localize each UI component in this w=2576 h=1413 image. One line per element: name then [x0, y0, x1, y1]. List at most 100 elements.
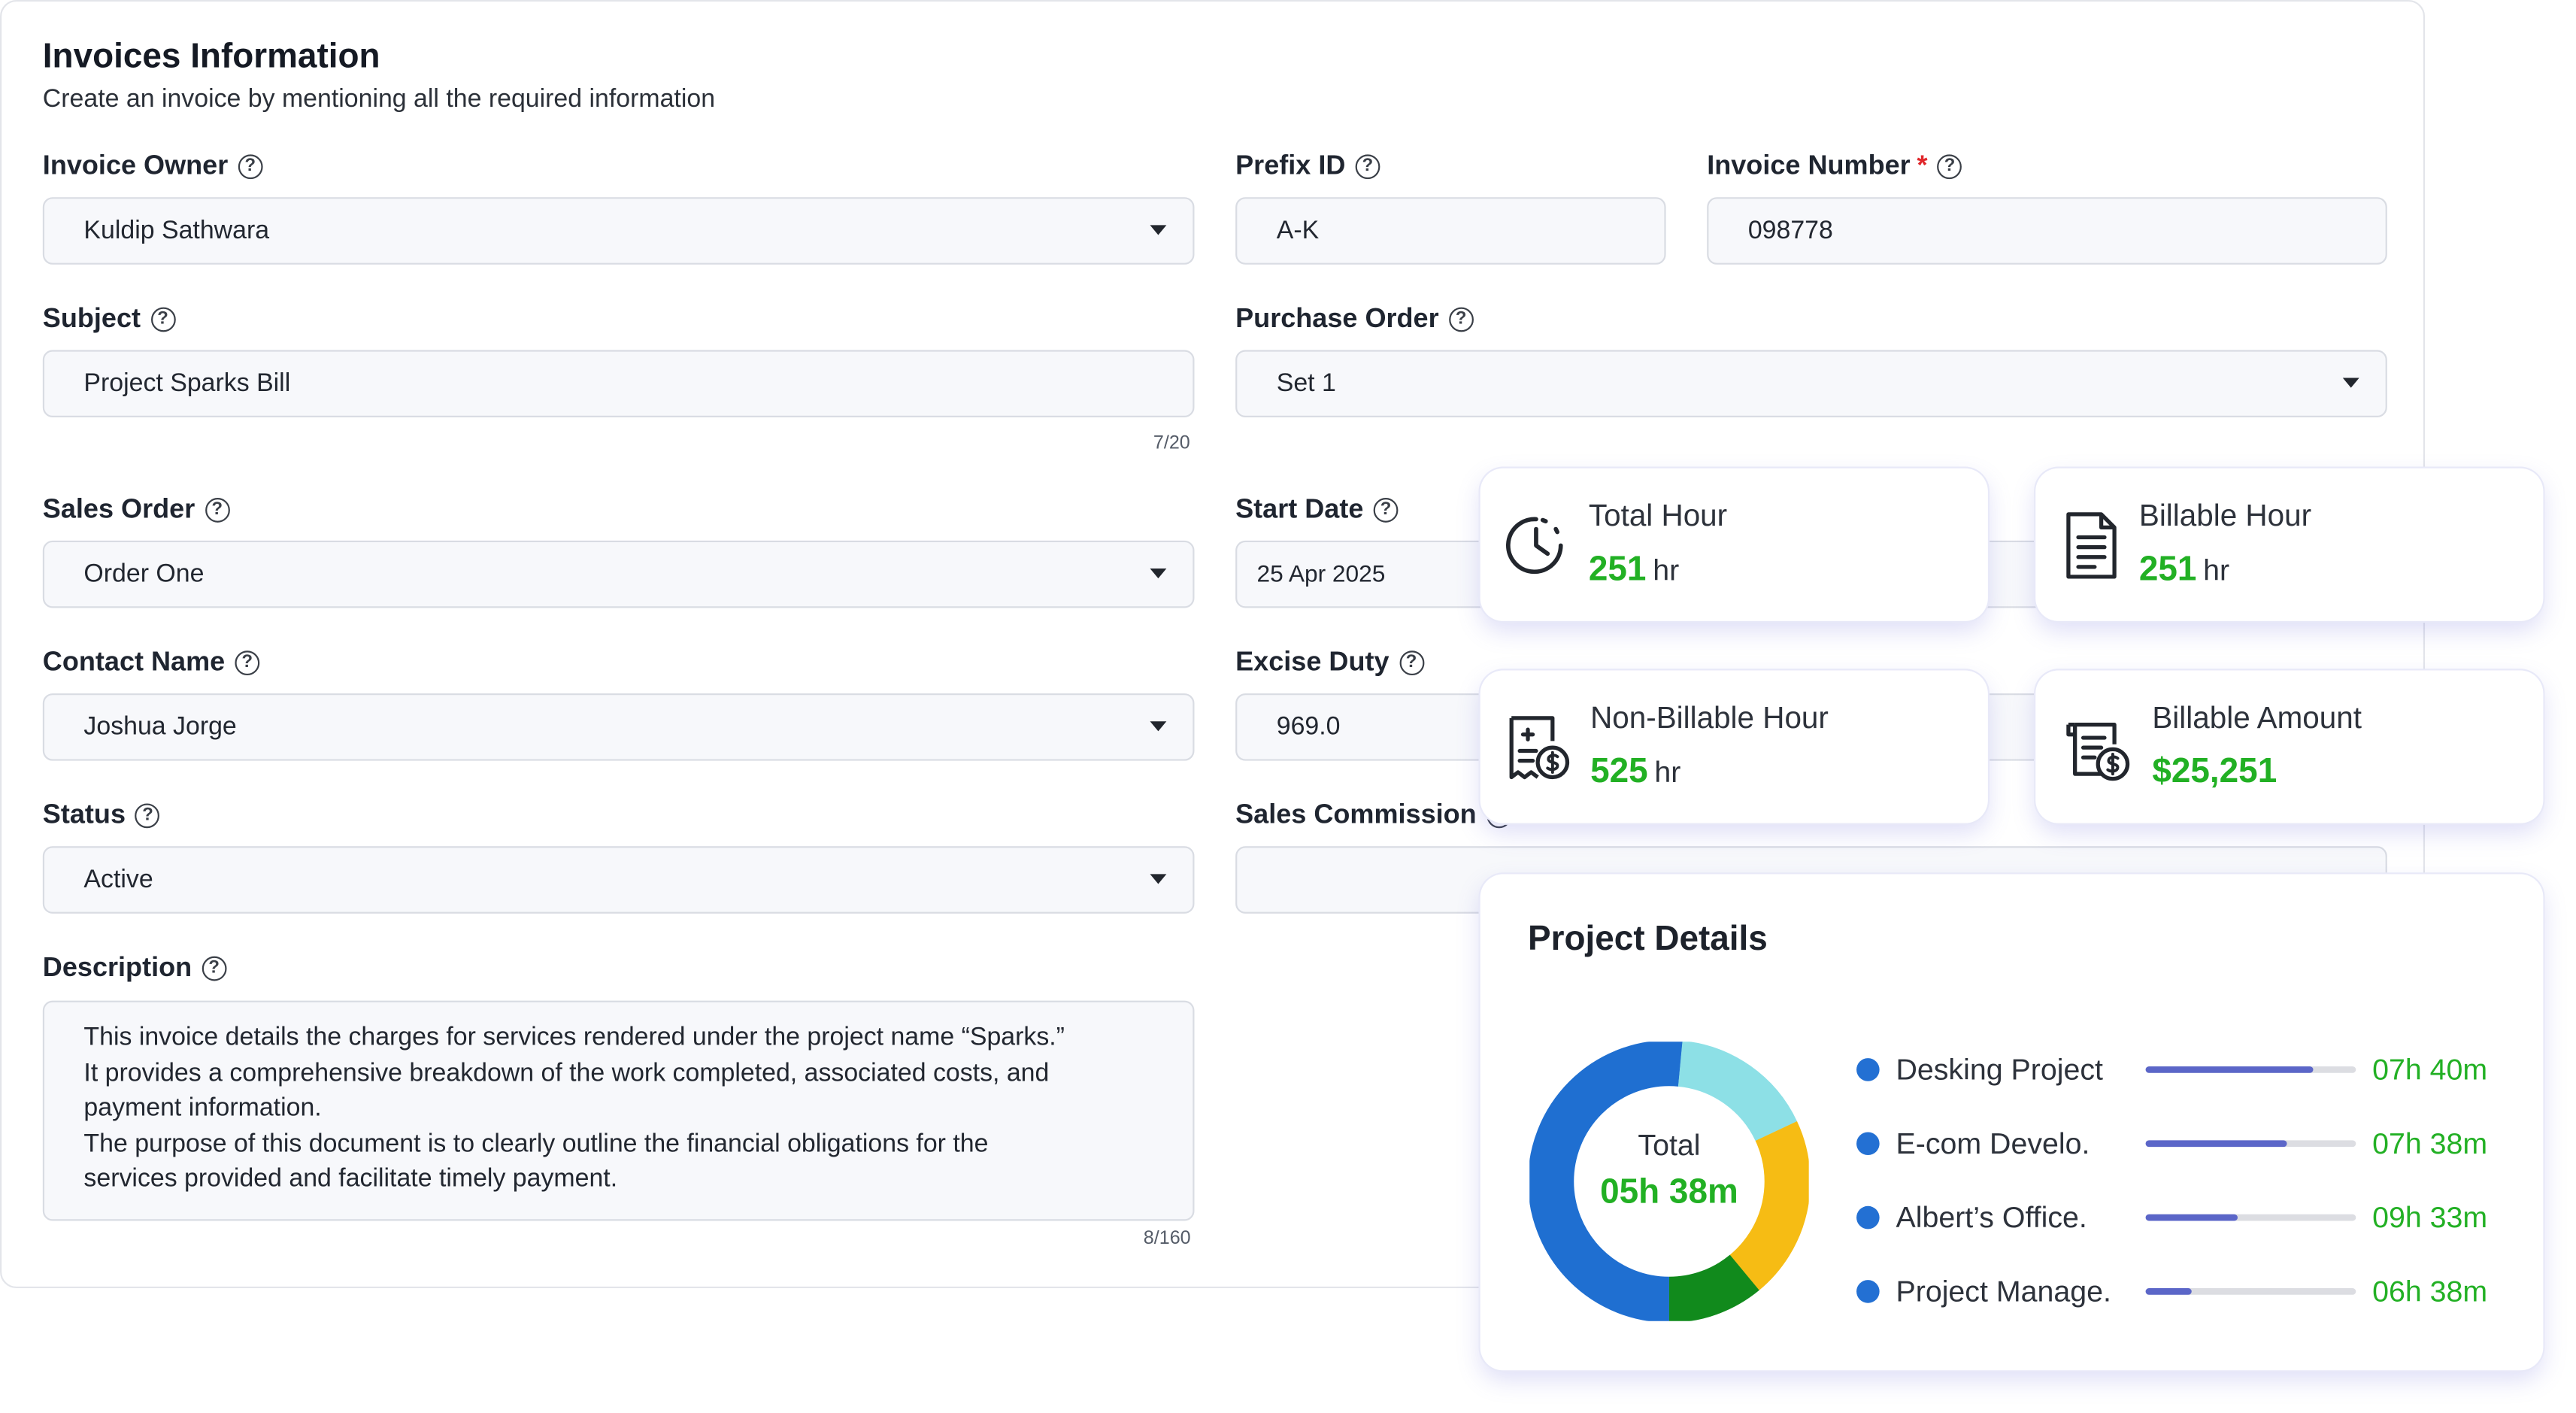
description-label: Description ? [43, 953, 227, 984]
sales-order-label-text: Sales Order [42, 494, 195, 525]
project-details-title: Project Details [1528, 920, 1768, 958]
subject-value: Project Sparks Bill [83, 368, 291, 397]
sales-order-value: Order One [83, 559, 205, 588]
purchase-order-label: Purchase Order ? [1235, 304, 1474, 335]
project-details-card: Project Details Total 05h 38m Desking Pr… [1480, 874, 2544, 1371]
project-list-item[interactable]: E-com Develo. 07h 38m [1856, 1124, 2487, 1163]
project-name: Project Manage. [1896, 1274, 2111, 1308]
billable-hour-value: 251 [2138, 550, 2197, 589]
donut-center-label: Total 05h 38m [1529, 1047, 1808, 1213]
project-name: E-com Develo. [1896, 1126, 2090, 1160]
non-billable-hour-unit: hr [1654, 756, 1681, 789]
project-list-item[interactable]: Albert’s Office. 09h 33m [1856, 1198, 2487, 1237]
donut-total-value: 05h 38m [1600, 1173, 1738, 1211]
project-time: 07h 38m [2372, 1126, 2488, 1160]
progress-bar [2145, 1214, 2356, 1221]
sales-order-label: Sales Order ? [42, 494, 230, 526]
form-title: Invoices Information [42, 38, 380, 76]
invoice-number-value: 098778 [1747, 216, 1833, 244]
help-icon[interactable]: ? [150, 307, 175, 332]
help-icon[interactable]: ? [1937, 154, 1962, 180]
total-hour-title: Total Hour [1588, 498, 1728, 532]
invoice-number-label: Invoice Number * ? [1707, 151, 1962, 183]
project-time: 07h 40m [2372, 1052, 2488, 1086]
chevron-down-icon [1150, 569, 1167, 579]
invoice-dollar-icon [2066, 722, 2130, 781]
invoice-owner-label-text: Invoice Owner [42, 151, 229, 181]
status-value: Active [83, 865, 153, 893]
description-line: It provides a comprehensive breakdown of… [83, 1059, 1050, 1087]
progress-bar-fill [2145, 1214, 2238, 1221]
description-line: payment information. [83, 1094, 322, 1123]
help-icon[interactable]: ? [205, 498, 230, 523]
prefix-id-input[interactable]: A-K [1235, 197, 1666, 265]
progress-bar-fill [2145, 1140, 2287, 1148]
purchase-order-value: Set 1 [1276, 368, 1336, 397]
help-icon[interactable]: ? [1373, 498, 1399, 523]
billable-amount-value: $25,251 [2152, 752, 2277, 790]
sales-commission-label: Sales Commission ? [1235, 800, 1511, 832]
prefix-id-label: Prefix ID ? [1235, 151, 1380, 183]
progress-bar [2145, 1288, 2356, 1295]
start-date-label: Start Date ? [1235, 494, 1399, 526]
help-icon[interactable]: ? [1355, 154, 1380, 180]
progress-bar [2145, 1140, 2356, 1148]
help-icon[interactable]: ? [238, 154, 263, 180]
contact-name-select[interactable]: Joshua Jorge [42, 693, 1195, 761]
contact-name-label: Contact Name ? [42, 647, 260, 679]
total-hour-value: 251 [1588, 550, 1647, 589]
contact-name-value: Joshua Jorge [83, 712, 237, 741]
required-asterisk: * [1917, 151, 1928, 181]
stage: Invoices Information Create an invoice b… [0, 0, 2576, 1413]
purchase-order-select[interactable]: Set 1 [1235, 350, 2387, 417]
status-select[interactable]: Active [42, 846, 1195, 914]
invoice-owner-label: Invoice Owner ? [42, 151, 263, 183]
non-billable-hour-card: Non-Billable Hour 525 hr [1480, 670, 1988, 823]
chevron-down-icon [1150, 874, 1167, 884]
help-icon[interactable]: ? [135, 803, 160, 829]
help-icon[interactable]: ? [1399, 650, 1424, 676]
non-billable-hour-value-line: 525 hr [1590, 753, 1680, 792]
help-icon[interactable]: ? [202, 956, 227, 981]
project-time: 09h 33m [2372, 1200, 2488, 1233]
prefix-id-label-text: Prefix ID [1235, 151, 1346, 181]
status-label-text: Status [42, 800, 126, 830]
subject-input[interactable]: Project Sparks Bill [42, 350, 1195, 417]
total-hour-value-line: 251 hr [1589, 550, 1679, 590]
chevron-down-icon [1150, 721, 1167, 732]
subject-label-text: Subject [42, 304, 141, 334]
invoice-owner-select[interactable]: Kuldip Sathwara [42, 197, 1195, 265]
project-time: 06h 38m [2372, 1274, 2488, 1308]
contact-name-label-text: Contact Name [42, 647, 226, 678]
sales-order-select[interactable]: Order One [42, 540, 1195, 608]
non-billable-hour-value: 525 [1590, 752, 1648, 790]
clock-icon [1506, 517, 1563, 575]
help-icon[interactable]: ? [235, 650, 260, 676]
legend-dot [1856, 1132, 1880, 1156]
project-name: Desking Project [1896, 1052, 2103, 1086]
description-textarea[interactable]: This invoice details the charges for ser… [42, 1000, 1195, 1221]
project-list-item[interactable]: Desking Project 07h 40m [1856, 1050, 2487, 1089]
help-icon[interactable]: ? [1448, 307, 1474, 332]
billable-amount-title: Billable Amount [2152, 699, 2362, 735]
sales-commission-label-text: Sales Commission [1235, 800, 1477, 830]
billable-hour-value-line: 251 hr [2139, 550, 2229, 590]
description-line: This invoice details the charges for ser… [83, 1023, 1065, 1052]
start-date-value: 25 Apr 2025 [1256, 561, 1386, 588]
excise-duty-label: Excise Duty ? [1235, 647, 1424, 679]
chevron-down-icon [2342, 378, 2359, 388]
excise-duty-value: 969.0 [1276, 712, 1341, 741]
project-name: Albert’s Office. [1896, 1200, 2087, 1233]
invoice-number-input[interactable]: 098778 [1707, 197, 2387, 265]
purchase-order-label-text: Purchase Order [1235, 304, 1439, 334]
start-date-label-text: Start Date [1235, 494, 1364, 525]
description-line: The purpose of this document is to clear… [83, 1129, 989, 1158]
billable-amount-card: Billable Amount $25,251 [2035, 670, 2544, 823]
non-billable-hour-title: Non-Billable Hour [1590, 699, 1829, 735]
prefix-id-value: A-K [1276, 216, 1320, 244]
donut-total-label: Total [1638, 1129, 1701, 1162]
project-list-item[interactable]: Project Manage. 06h 38m [1856, 1272, 2487, 1311]
status-label: Status ? [43, 800, 160, 832]
total-hour-card: Total Hour 251 hr [1480, 468, 1988, 621]
legend-dot [1856, 1058, 1880, 1081]
